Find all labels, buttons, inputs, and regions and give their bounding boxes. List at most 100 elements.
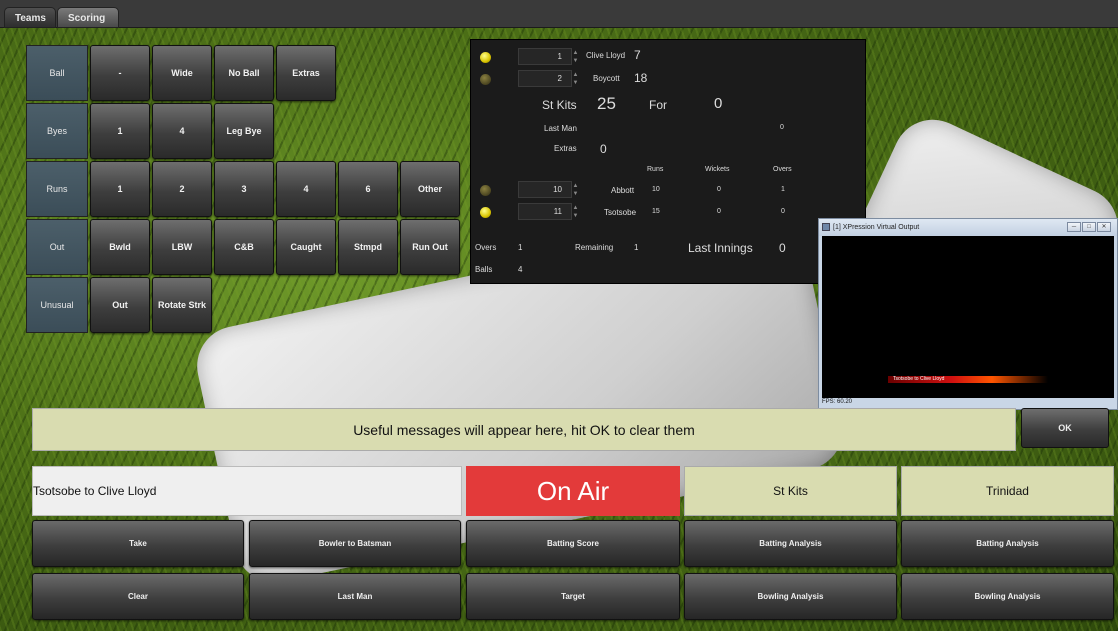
last-man-button[interactable]: Last Man (249, 573, 461, 620)
stepper-arrows-icon[interactable]: ▲ ▼ (571, 49, 580, 66)
bowled-button[interactable]: Bwld (90, 219, 150, 275)
batting-analysis-right-button[interactable]: Batting Analysis (901, 520, 1114, 567)
lbw-button[interactable]: LBW (152, 219, 212, 275)
bowling-analysis-left-button[interactable]: Bowling Analysis (684, 573, 897, 620)
app-icon (822, 223, 830, 231)
last-man-value: 0 (780, 124, 784, 131)
balls-label: Balls (475, 265, 493, 274)
runs-2-button[interactable]: 2 (152, 161, 212, 217)
bowler1-number-stepper[interactable]: 10 ▲ ▼ (518, 181, 578, 198)
wickets-header: Wickets (705, 166, 730, 173)
row-label-runs: Runs (26, 161, 88, 217)
bowling-analysis-right-button[interactable]: Bowling Analysis (901, 573, 1114, 620)
wickets-value: 0 (714, 95, 723, 112)
xpression-title-bar[interactable]: [1] XPression Virtual Output ─ □ ✕ (819, 219, 1117, 236)
batsman1-runs: 7 (634, 48, 641, 62)
byes-4-button[interactable]: 4 (152, 103, 212, 159)
unusual-out-button[interactable]: Out (90, 277, 150, 333)
batsman2-number-stepper[interactable]: 2 ▲ ▼ (518, 70, 578, 87)
wide-button[interactable]: Wide (152, 45, 212, 101)
extras-button[interactable]: Extras (276, 45, 336, 101)
row-label-byes: Byes (26, 103, 88, 159)
tab-teams[interactable]: Teams (4, 7, 56, 28)
lower-third-graphic: Tsotsobe to Clive Lloyd (888, 376, 1048, 383)
caption-preview-field[interactable]: Tsotsobe to Clive Lloyd (32, 466, 462, 516)
message-bar: Useful messages will appear here, hit OK… (32, 408, 1016, 451)
bowler1-number: 10 (553, 185, 562, 194)
stepper-arrows-icon[interactable]: ▲ ▼ (571, 204, 580, 221)
run-out-button[interactable]: Run Out (400, 219, 460, 275)
tab-bar: Teams Scoring (0, 0, 1118, 28)
bowler2-name: Tsotsobe (604, 208, 637, 217)
remaining-value: 1 (634, 243, 639, 252)
extras-value: 0 (600, 142, 607, 156)
bowler2-number: 11 (553, 207, 562, 216)
team-score: 25 (597, 94, 616, 113)
stepper-arrows-icon[interactable]: ▲ ▼ (571, 182, 580, 199)
xpression-preview-screen: Tsotsobe to Clive Lloyd (822, 236, 1114, 398)
overs-header: Overs (773, 166, 792, 173)
row-label-unusual: Unusual (26, 277, 88, 333)
batsman2-number: 2 (557, 74, 562, 83)
no-ball-button[interactable]: No Ball (214, 45, 274, 101)
minimize-icon[interactable]: ─ (1067, 222, 1081, 232)
stepper-arrows-icon[interactable]: ▲ ▼ (571, 71, 580, 88)
stumped-button[interactable]: Stmpd (338, 219, 398, 275)
batsman1-number-stepper[interactable]: 1 ▲ ▼ (518, 48, 578, 65)
remaining-label: Remaining (575, 243, 614, 252)
scoreboard-panel: 1 ▲ ▼ Clive Lloyd 7 2 ▲ ▼ Boycott 18 St Kits… (470, 39, 866, 284)
balls-value: 4 (518, 265, 523, 274)
caught-and-bowled-button[interactable]: C&B (214, 219, 274, 275)
last-innings-label: Last Innings (688, 241, 753, 255)
bowler2-lamp[interactable] (480, 207, 491, 218)
bowler1-name: Abbott (611, 186, 635, 195)
last-man-label: Last Man (544, 124, 577, 133)
tab-scoring[interactable]: Scoring (57, 7, 119, 28)
bowler2-runs: 15 (652, 208, 660, 215)
clear-button[interactable]: Clear (32, 573, 244, 620)
bowler1-wickets: 0 (717, 186, 721, 193)
bowler1-runs: 10 (652, 186, 660, 193)
ball-dot-button[interactable]: - (90, 45, 150, 101)
close-icon[interactable]: ✕ (1097, 222, 1111, 232)
bowler2-number-stepper[interactable]: 11 ▲ ▼ (518, 203, 578, 220)
take-button[interactable]: Take (32, 520, 244, 567)
batting-score-button[interactable]: Batting Score (466, 520, 680, 567)
runs-header: Runs (647, 166, 664, 173)
leg-bye-button[interactable]: Leg Bye (214, 103, 274, 159)
runs-other-button[interactable]: Other (400, 161, 460, 217)
batsman2-striker-lamp[interactable] (480, 74, 491, 85)
batsman1-number: 1 (557, 52, 562, 61)
bowler2-wickets: 0 (717, 208, 721, 215)
team-right-button[interactable]: Trinidad (901, 466, 1114, 516)
batsman1-striker-lamp[interactable] (480, 52, 491, 63)
overs-value: 1 (518, 243, 523, 252)
ok-button[interactable]: OK (1021, 408, 1109, 448)
team-left-button[interactable]: St Kits (684, 466, 897, 516)
caught-button[interactable]: Caught (276, 219, 336, 275)
row-label-out: Out (26, 219, 88, 275)
maximize-icon[interactable]: □ (1082, 222, 1096, 232)
last-innings-value: 0 (779, 241, 786, 255)
batsman1-name: Clive Lloyd (586, 51, 626, 60)
runs-6-button[interactable]: 6 (338, 161, 398, 217)
batting-analysis-left-button[interactable]: Batting Analysis (684, 520, 897, 567)
runs-4-button[interactable]: 4 (276, 161, 336, 217)
bowler-to-batsman-button[interactable]: Bowler to Batsman (249, 520, 461, 567)
rotate-strike-button[interactable]: Rotate Strk (152, 277, 212, 333)
for-label: For (649, 98, 667, 112)
xpression-title: [1] XPression Virtual Output (833, 224, 920, 231)
xpression-output-window: [1] XPression Virtual Output ─ □ ✕ Tsots… (818, 218, 1118, 410)
extras-label: Extras (554, 144, 577, 153)
on-air-indicator: On Air (466, 466, 680, 516)
bowler1-overs: 1 (781, 186, 785, 193)
batsman2-runs: 18 (634, 71, 648, 85)
runs-1-button[interactable]: 1 (90, 161, 150, 217)
target-button[interactable]: Target (466, 573, 680, 620)
runs-3-button[interactable]: 3 (214, 161, 274, 217)
fps-readout: FPS: 60.20 (822, 399, 853, 405)
byes-1-button[interactable]: 1 (90, 103, 150, 159)
batting-team-name: St Kits (542, 98, 577, 112)
bowler1-lamp[interactable] (480, 185, 491, 196)
row-label-ball: Ball (26, 45, 88, 101)
